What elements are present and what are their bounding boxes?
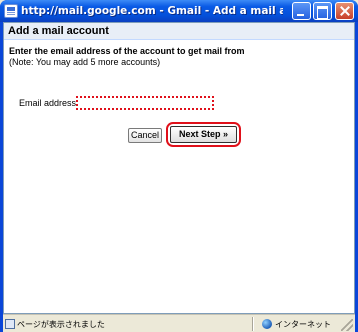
dialog-title: Add a mail account: [8, 25, 109, 37]
accounts-note: (Note: You may add 5 more accounts): [9, 57, 161, 67]
maximize-button[interactable]: [313, 2, 332, 20]
close-button[interactable]: [335, 2, 354, 20]
email-label: Email address:: [19, 98, 79, 108]
status-bar: ページが表示されました インターネット: [3, 314, 355, 332]
minimize-button[interactable]: [292, 2, 311, 20]
status-divider: [252, 317, 254, 331]
status-text: ページが表示されました: [17, 320, 105, 329]
dialog-header: Add a mail account: [4, 23, 354, 40]
next-step-button[interactable]: Next Step »: [170, 126, 237, 143]
ie-page-icon: [4, 4, 18, 18]
dialog-body: Enter the email address of the account t…: [4, 41, 354, 313]
internet-globe-icon: [262, 319, 272, 329]
window-title: http://mail.google.com - Gmail - Add a m…: [21, 5, 283, 17]
resize-grip[interactable]: [341, 319, 353, 331]
page-done-icon: [5, 319, 15, 329]
browser-window: http://mail.google.com - Gmail - Add a m…: [0, 0, 358, 332]
page-content: Add a mail account Enter the email addre…: [3, 22, 355, 314]
instruction-text: Enter the email address of the account t…: [9, 46, 245, 56]
title-bar[interactable]: http://mail.google.com - Gmail - Add a m…: [0, 0, 358, 22]
security-zone-text: インターネット: [275, 320, 331, 329]
cancel-button[interactable]: Cancel: [128, 128, 162, 143]
email-field[interactable]: [76, 96, 214, 110]
